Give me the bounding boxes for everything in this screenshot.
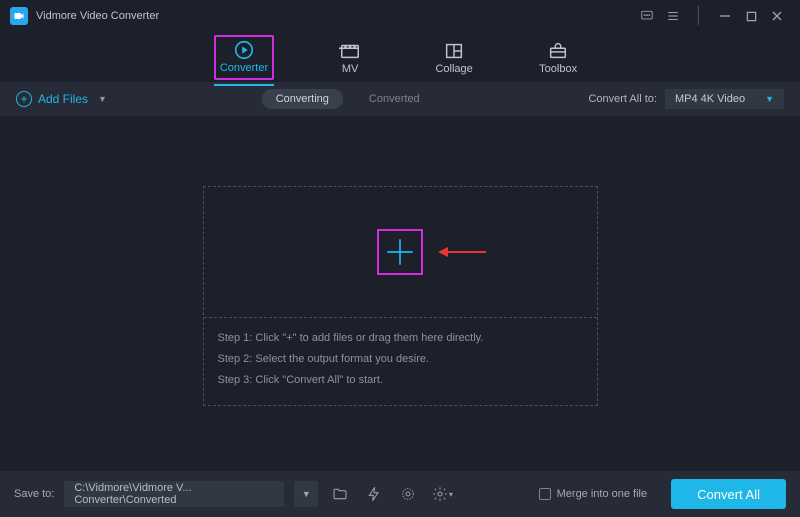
divider: │	[686, 3, 712, 29]
hardware-accel-button[interactable]	[362, 482, 386, 506]
output-path-dropdown[interactable]: ▼	[294, 481, 318, 507]
tab-collage[interactable]: Collage	[426, 38, 482, 77]
checkbox-box	[539, 488, 551, 500]
step-2: Step 2: Select the output format you des…	[218, 349, 583, 370]
step-1: Step 1: Click "+" to add files or drag t…	[218, 328, 583, 349]
tab-label: Toolbox	[539, 63, 577, 75]
tab-mv[interactable]: MV	[322, 38, 378, 77]
converted-tab[interactable]: Converted	[355, 89, 434, 109]
secondary-toolbar: + Add Files ▼ Converting Converted Conve…	[0, 82, 800, 116]
output-path-field[interactable]: C:\Vidmore\Vidmore V... Converter\Conver…	[64, 481, 284, 507]
footer-bar: Save to: C:\Vidmore\Vidmore V... Convert…	[0, 471, 800, 517]
instructions: Step 1: Click "+" to add files or drag t…	[204, 318, 597, 401]
mv-icon	[338, 40, 362, 62]
tab-toolbox[interactable]: Toolbox	[530, 38, 586, 77]
annotation-arrow	[438, 247, 486, 257]
add-files-label: Add Files	[38, 92, 88, 106]
app-logo	[10, 7, 28, 25]
app-title: Vidmore Video Converter	[36, 10, 159, 22]
format-selected-value: MP4 4K Video	[675, 93, 745, 105]
collage-icon	[442, 40, 466, 62]
plus-circle-icon: +	[16, 91, 32, 107]
high-speed-button[interactable]	[396, 482, 420, 506]
minimize-button[interactable]	[712, 3, 738, 29]
tab-converter[interactable]: Converter	[214, 35, 274, 80]
add-files-button[interactable]: + Add Files ▼	[16, 91, 107, 107]
chevron-down-icon: ▼	[765, 94, 774, 104]
main-tabs: Converter MV Collage Toolbox	[0, 32, 800, 82]
close-button[interactable]	[764, 3, 790, 29]
step-3: Step 3: Click "Convert All" to start.	[218, 370, 583, 391]
dropzone[interactable]: Step 1: Click "+" to add files or drag t…	[203, 186, 598, 406]
converter-icon	[232, 39, 256, 61]
tab-label: Converter	[220, 62, 268, 74]
feedback-icon[interactable]	[634, 3, 660, 29]
converting-tab[interactable]: Converting	[262, 89, 343, 109]
output-format-select[interactable]: MP4 4K Video ▼	[665, 89, 784, 109]
save-to-label: Save to:	[14, 488, 54, 500]
workarea: Step 1: Click "+" to add files or drag t…	[0, 116, 800, 476]
chevron-down-icon: ▼	[98, 94, 107, 104]
convert-all-button[interactable]: Convert All	[671, 479, 786, 509]
tab-label: Collage	[435, 63, 472, 75]
tab-label: MV	[342, 63, 359, 75]
merge-checkbox[interactable]: Merge into one file	[539, 488, 648, 500]
settings-button[interactable]: ▾	[430, 482, 454, 506]
titlebar: Vidmore Video Converter │	[0, 0, 800, 32]
maximize-button[interactable]	[738, 3, 764, 29]
merge-label: Merge into one file	[557, 488, 648, 500]
add-files-big-button[interactable]	[377, 229, 423, 275]
convert-all-to-label: Convert All to:	[588, 93, 656, 105]
menu-icon[interactable]	[660, 3, 686, 29]
toolbox-icon	[546, 40, 570, 62]
open-folder-button[interactable]	[328, 482, 352, 506]
